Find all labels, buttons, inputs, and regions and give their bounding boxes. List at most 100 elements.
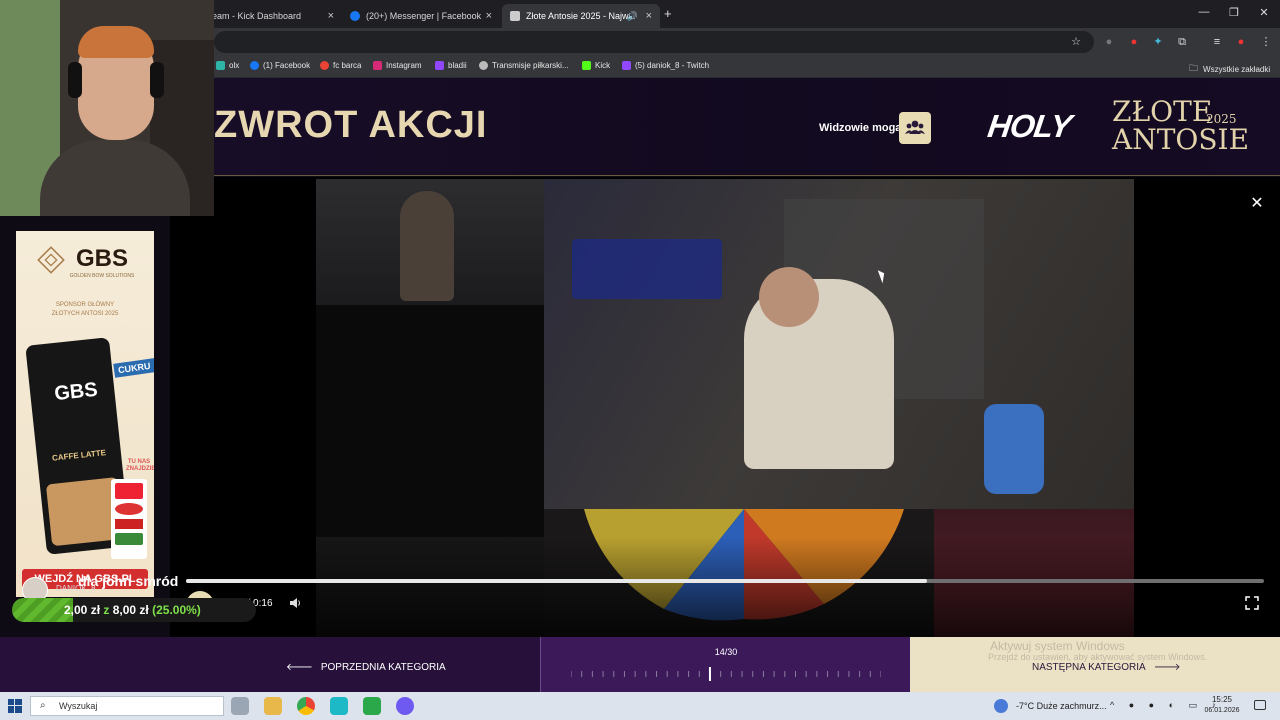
maximize-button[interactable]: ❐ [1219, 6, 1249, 19]
headphone-left [68, 62, 82, 98]
file-explorer-icon[interactable] [264, 697, 282, 715]
ad-sponsor-line-2: ZŁOTYCH ANTOSI 2025 [51, 311, 119, 317]
hair [78, 26, 154, 58]
close-window-button[interactable]: ✕ [1249, 6, 1279, 19]
extension-icon[interactable]: ✦ [1151, 35, 1165, 49]
bookmark-kick[interactable]: Kick [582, 61, 610, 70]
kaufland-logo [115, 519, 143, 529]
profile-icon[interactable]: ● [1234, 35, 1248, 49]
streamer-head [759, 267, 819, 327]
bookmark-label: olx [229, 61, 240, 70]
star-icon[interactable]: ☆ [1069, 35, 1083, 49]
video-progress-bar[interactable] [186, 579, 1264, 583]
clock-date[interactable]: 06.01.2026 [1200, 707, 1244, 714]
bookmark-facebook[interactable]: (1) Facebook [250, 61, 310, 70]
close-tab-icon[interactable]: × [328, 10, 334, 22]
logo-line-2: ANTOSIE [1112, 123, 1250, 156]
all-bookmarks[interactable]: 🗀 Wszystkie zakładki [1189, 61, 1270, 77]
clock-time[interactable]: 15:25 [1204, 695, 1240, 704]
bookmark-fc-barca[interactable]: fc barca [320, 61, 361, 70]
donation-amount: 2,00 zł z 8,00 zł (25.00%) [64, 603, 201, 617]
menu-icon[interactable]: ⋮ [1259, 35, 1273, 49]
previous-category-button[interactable]: 🡐 POPRZEDNIA KATEGORIA [286, 661, 446, 673]
sponsor-ad[interactable]: GBS GOLDEN BOW SOLUTIONS SPONSOR GŁÓWNY … [16, 231, 154, 597]
viewers-label: Widzowie mogą [819, 122, 902, 134]
bookmark-label: (1) Facebook [263, 61, 311, 70]
windows-start-icon[interactable] [8, 699, 22, 713]
twitch-icon [622, 61, 631, 70]
streamer-webcam [0, 0, 214, 216]
weather-text[interactable]: -7°C Duże zachmurz... [1016, 701, 1107, 711]
bookmark-label: (5) daniok_8 - Twitch [635, 61, 710, 70]
can-brand: GBS [53, 378, 99, 406]
ad-sponsor-text: SPONSOR GŁÓWNY ZŁOTYCH ANTOSI 2025 [16, 301, 154, 319]
twitch-icon [435, 61, 444, 70]
category-counter-text: 14/30 [714, 647, 738, 657]
controls-gradient [170, 537, 1280, 637]
olx-icon [216, 61, 225, 70]
bookmark-olx[interactable]: olx [216, 61, 239, 70]
next-category-button[interactable]: NASTĘPNA KATEGORIA 🡒 [1032, 661, 1181, 673]
tab-title: (20+) Messenger | Facebook [366, 11, 482, 21]
search-icon: ⌕ [40, 700, 46, 711]
can-flavor: CAFFE LATTE [51, 448, 107, 463]
puzzle-icon[interactable]: ⧉ [1175, 35, 1189, 49]
volume-icon[interactable] [288, 596, 302, 610]
close-tab-icon[interactable]: × [646, 10, 652, 22]
instagram-icon [373, 61, 382, 70]
ad-available-text: TU NAS ZNAJDZIESZ [126, 459, 154, 472]
new-tab-button[interactable]: + [664, 6, 672, 21]
close-player-button[interactable]: ✕ [1250, 193, 1264, 213]
app-icon[interactable] [330, 697, 348, 715]
minimize-button[interactable]: — [1189, 6, 1219, 18]
viewers-button[interactable] [899, 112, 931, 144]
app-icon[interactable] [363, 697, 381, 715]
tab-title: Złote Antosie 2025 - Najw [526, 11, 629, 21]
ad-brand: GBS [75, 245, 128, 272]
logo-year: 2025 [1206, 112, 1237, 126]
bookmark-transmisje[interactable]: Transmisje piłkarski... [479, 61, 569, 70]
media-icon[interactable]: ≡ [1210, 35, 1224, 49]
taskbar-search[interactable]: ⌕ Wyszukaj [30, 696, 224, 716]
page-title: ZWROT AKCJI [214, 104, 488, 146]
bookmark-label: Instagram [386, 61, 422, 70]
biedronka-logo [115, 503, 143, 515]
person-figure [400, 191, 454, 301]
kick-icon [582, 61, 591, 70]
chrome-icon[interactable] [297, 697, 315, 715]
tab-messenger[interactable]: (20+) Messenger | Facebook × [342, 4, 500, 28]
donation-message: dla john smród [78, 573, 179, 589]
ad-brand-sub: GOLDEN BOW SOLUTIONS [69, 273, 135, 279]
video-player[interactable]: ✕ 0:11 / 0:16 [170, 177, 1280, 637]
notifications-icon[interactable] [1254, 700, 1266, 710]
category-navigation: 🡐 POPRZEDNIA KATEGORIA 14/30 Aktywuj syst… [0, 637, 1280, 692]
tab-zlote-antosie[interactable]: Złote Antosie 2025 - Najw 🔊 × [502, 4, 660, 28]
close-tab-icon[interactable]: × [486, 10, 492, 22]
previous-category-label: POPRZEDNIA KATEGORIA [320, 662, 446, 673]
bookmark-daniok[interactable]: (5) daniok_8 - Twitch [622, 61, 709, 70]
site-icon [510, 11, 520, 21]
all-bookmarks-label: Wszystkie zakładki [1203, 64, 1271, 74]
facebook-icon [350, 11, 360, 21]
address-bar[interactable] [214, 31, 1094, 53]
gear-icon [479, 61, 488, 70]
tab-kick-dashboard[interactable]: eam - Kick Dashboard × [204, 4, 342, 28]
windows-activation-watermark: Aktywuj system Windows [990, 639, 1125, 653]
bookmark-label: fc barca [333, 61, 362, 70]
headphone-right [150, 62, 164, 98]
water-bottle [984, 404, 1044, 494]
users-icon [905, 120, 925, 134]
task-view-icon[interactable] [231, 697, 249, 715]
fullscreen-icon[interactable] [1245, 596, 1259, 610]
category-counter: 14/30 [540, 637, 910, 692]
speaker-icon[interactable]: 🔊 [627, 11, 638, 22]
donation-goal: 8,00 zł [112, 603, 149, 617]
dino-logo [115, 483, 143, 499]
bookmark-bladii[interactable]: bladii [435, 61, 467, 70]
next-category-area[interactable]: Aktywuj system Windows Przejdź do ustawi… [910, 637, 1280, 692]
bookmark-instagram[interactable]: Instagram [373, 61, 422, 70]
app-icon[interactable] [396, 697, 414, 715]
extension-icon[interactable]: ● [1102, 35, 1116, 49]
donation-current: 2,00 zł [64, 603, 101, 617]
extension-icon[interactable]: ● [1127, 35, 1141, 49]
